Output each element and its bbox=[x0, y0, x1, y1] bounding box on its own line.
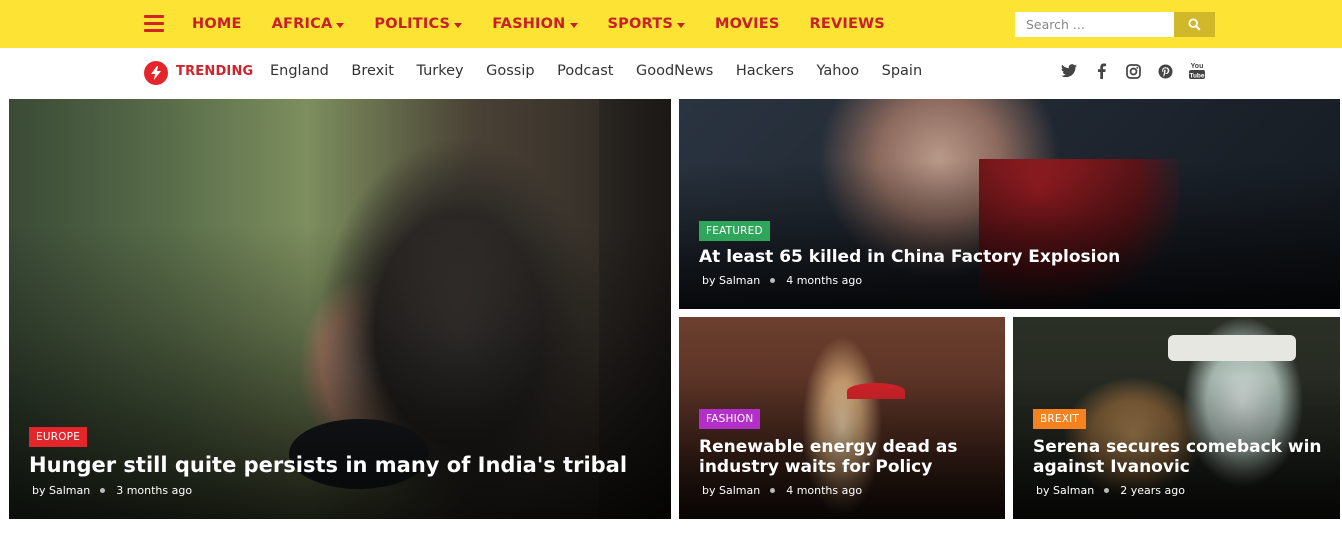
meta-separator-dot bbox=[770, 488, 776, 493]
search-input[interactable] bbox=[1015, 12, 1174, 37]
pinterest-icon[interactable] bbox=[1156, 61, 1174, 81]
category-badge[interactable]: FASHION bbox=[699, 409, 761, 429]
article-title[interactable]: At least 65 killed in China Factory Expl… bbox=[699, 247, 1319, 267]
meta-separator-dot bbox=[100, 488, 106, 493]
hamburger-menu-icon[interactable] bbox=[144, 15, 164, 33]
article-card-small[interactable]: BREXIT Serena secures comeback win again… bbox=[1013, 317, 1340, 519]
category-badge[interactable]: EUROPE bbox=[29, 427, 88, 447]
nav-item-label: AFRICA bbox=[271, 16, 333, 32]
meta-separator-dot bbox=[770, 278, 776, 283]
caret-down-icon bbox=[676, 22, 685, 28]
facebook-icon[interactable] bbox=[1092, 61, 1110, 81]
article-title[interactable]: Serena secures comeback win against Ivan… bbox=[1033, 437, 1328, 478]
search-button[interactable] bbox=[1174, 12, 1215, 37]
trending-links: England Brexit Turkey Gossip Podcast Goo… bbox=[270, 63, 945, 79]
caret-down-icon bbox=[454, 22, 463, 28]
category-badge[interactable]: BREXIT bbox=[1033, 409, 1087, 429]
nav-item-label: POLITICS bbox=[374, 16, 451, 32]
trending-bar: TRENDING England Brexit Turkey Gossip Po… bbox=[0, 48, 1342, 98]
category-badge[interactable]: FEATURED bbox=[699, 221, 770, 241]
trending-label: TRENDING bbox=[176, 64, 254, 79]
svg-text:You: You bbox=[1191, 63, 1204, 70]
nav-item-label: REVIEWS bbox=[809, 16, 885, 32]
youtube-icon[interactable]: You Tube bbox=[1188, 61, 1206, 81]
nav-item-fashion[interactable]: FASHION bbox=[492, 16, 578, 32]
article-title[interactable]: Hunger still quite persists in many of I… bbox=[29, 453, 649, 478]
nav-item-label: SPORTS bbox=[607, 16, 673, 32]
trending-link-gossip[interactable]: Gossip bbox=[486, 63, 534, 79]
article-time: 3 months ago bbox=[116, 484, 193, 497]
twitter-icon[interactable] bbox=[1060, 61, 1078, 81]
caret-down-icon bbox=[336, 22, 345, 28]
article-card-small[interactable]: FASHION Renewable energy dead as industr… bbox=[679, 317, 1005, 519]
search-icon bbox=[1188, 18, 1201, 31]
trending-link-hackers[interactable]: Hackers bbox=[736, 63, 794, 79]
social-links: You Tube bbox=[1060, 61, 1220, 81]
caret-down-icon bbox=[569, 22, 578, 28]
nav-item-label: HOME bbox=[192, 16, 242, 32]
nav-item-politics[interactable]: POLITICS bbox=[374, 16, 463, 32]
trending-link-yahoo[interactable]: Yahoo bbox=[816, 63, 859, 79]
nav-item-label: FASHION bbox=[492, 16, 566, 32]
article-meta: by Salman 4 months ago bbox=[702, 274, 862, 287]
nav-item-reviews[interactable]: REVIEWS bbox=[810, 16, 885, 32]
trending-link-goodnews[interactable]: GoodNews bbox=[636, 63, 713, 79]
trending-link-england[interactable]: England bbox=[270, 63, 329, 79]
trending-link-podcast[interactable]: Podcast bbox=[557, 63, 613, 79]
article-author[interactable]: by Salman bbox=[702, 274, 760, 287]
article-meta: by Salman 3 months ago bbox=[32, 484, 192, 497]
nav-item-movies[interactable]: MOVIES bbox=[715, 16, 780, 32]
instagram-icon[interactable] bbox=[1124, 61, 1142, 81]
nav-item-label: MOVIES bbox=[714, 16, 780, 32]
article-title[interactable]: Renewable energy dead as industry waits … bbox=[699, 437, 994, 478]
nav-item-sports[interactable]: SPORTS bbox=[608, 16, 685, 32]
main-nav: HOME AFRICA POLITICS FASHION SPORTS MOVI… bbox=[192, 0, 915, 48]
nav-item-home[interactable]: HOME bbox=[192, 16, 242, 32]
meta-separator-dot bbox=[1104, 488, 1110, 493]
trending-link-spain[interactable]: Spain bbox=[882, 63, 923, 79]
article-meta: by Salman 2 years ago bbox=[1036, 484, 1185, 497]
svg-text:Tube: Tube bbox=[1189, 72, 1204, 79]
featured-article-card-large[interactable]: EUROPE Hunger still quite persists in ma… bbox=[9, 99, 671, 519]
article-author[interactable]: by Salman bbox=[702, 484, 760, 497]
article-time: 2 years ago bbox=[1120, 484, 1185, 497]
main-navbar: HOME AFRICA POLITICS FASHION SPORTS MOVI… bbox=[0, 0, 1342, 48]
trending-link-turkey[interactable]: Turkey bbox=[416, 63, 463, 79]
article-time: 4 months ago bbox=[786, 274, 863, 287]
lightning-bolt-icon bbox=[144, 61, 168, 85]
nav-item-africa[interactable]: AFRICA bbox=[272, 16, 345, 32]
article-author[interactable]: by Salman bbox=[32, 484, 90, 497]
trending-link-brexit[interactable]: Brexit bbox=[351, 63, 394, 79]
featured-article-card-wide[interactable]: FEATURED At least 65 killed in China Fac… bbox=[679, 99, 1340, 309]
article-meta: by Salman 4 months ago bbox=[702, 484, 862, 497]
article-author[interactable]: by Salman bbox=[1036, 484, 1094, 497]
article-time: 4 months ago bbox=[786, 484, 863, 497]
